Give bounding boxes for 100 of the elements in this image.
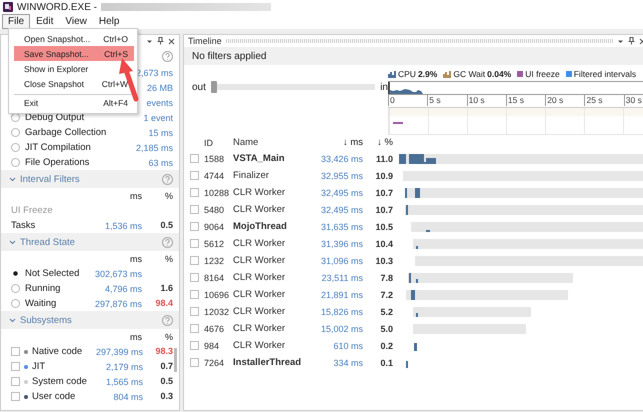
dropdown-icon[interactable] [146, 38, 153, 44]
radio-button[interactable] [11, 158, 20, 167]
thread-name: VSTA_Main [233, 153, 286, 164]
cpu-activity-mark [416, 246, 418, 249]
checkbox[interactable] [190, 307, 199, 316]
radio-button[interactable] [11, 284, 20, 293]
legend-label: Filtered intervals [574, 69, 636, 79]
percent-value: 0.7 [160, 361, 173, 371]
pin-icon[interactable] [157, 37, 164, 45]
pin-icon[interactable] [628, 37, 635, 45]
thread-time: 610 ms [332, 340, 363, 350]
thread-name: CLR Worker [233, 323, 286, 334]
column-header: % [164, 332, 173, 342]
time-tick-label: 15 s [506, 95, 546, 106]
column-header: ms [130, 254, 142, 264]
checkbox[interactable] [190, 358, 199, 367]
checkbox[interactable] [190, 324, 199, 333]
checkbox[interactable] [11, 377, 20, 386]
filter-value: 4,796 ms [104, 284, 142, 294]
zoom-slider[interactable] [210, 81, 376, 93]
thread-percent: 0.1 [379, 358, 393, 368]
checkbox[interactable] [190, 171, 199, 180]
section-title[interactable]: Subsystems [20, 314, 72, 326]
thread-name: CLR Worker [233, 306, 286, 317]
menu-item[interactable]: Help [92, 14, 126, 29]
thread-name: CLR Worker [233, 272, 286, 283]
filter-value: 297,399 ms [96, 346, 143, 356]
column-header[interactable]: ID [204, 138, 233, 148]
thread-percent: 10.7 [374, 188, 393, 198]
percent-value: 98.3 [155, 346, 173, 356]
checkbox[interactable] [190, 341, 199, 350]
checkbox[interactable] [190, 205, 199, 214]
section-title[interactable]: Thread State [20, 236, 75, 248]
menu-item[interactable]: Show in Explorer [14, 61, 134, 76]
filter-label: Running [25, 283, 60, 294]
menu-item[interactable]: Close Snapshot Ctrl+W [14, 76, 134, 91]
menu-item[interactable]: Exit Alt+F4 [14, 94, 134, 111]
thread-id: 4676 [204, 324, 226, 334]
radio-button[interactable] [11, 299, 20, 308]
column-header[interactable]: ↓ ms [311, 137, 363, 148]
thread-percent: 10.3 [374, 256, 393, 266]
column-header[interactable]: ↓ % [363, 137, 393, 148]
column-header: % [164, 254, 173, 264]
chevron-icon[interactable] [9, 318, 16, 322]
help-icon[interactable] [162, 50, 173, 62]
menu-item[interactable]: View [59, 14, 93, 29]
filter-label: File Operations [25, 157, 90, 168]
dropdown-icon[interactable] [617, 38, 624, 44]
checkbox[interactable] [190, 256, 199, 265]
thread-time: 31,635 ms [320, 222, 363, 232]
thread-time: 32,495 ms [320, 204, 363, 214]
chevron-icon[interactable] [9, 176, 16, 182]
thread-id: 12032 [204, 306, 230, 316]
thread-id: 9064 [204, 222, 226, 232]
help-icon[interactable] [162, 314, 173, 326]
filter-value: 2,185 ms [136, 142, 173, 152]
radio-button[interactable] [11, 128, 20, 137]
filter-value: events [146, 98, 173, 108]
close-icon[interactable] [168, 38, 175, 44]
thread-time: 15,002 ms [320, 324, 363, 334]
time-tick-label: 20 s [545, 95, 584, 106]
checkbox[interactable] [190, 188, 199, 197]
checkbox[interactable] [11, 347, 20, 356]
app-logo-icon [3, 2, 13, 12]
time-tick-label: 10 s [466, 95, 506, 106]
checkbox[interactable] [11, 362, 20, 371]
help-icon[interactable] [162, 236, 173, 248]
filter-value: 1 event [143, 112, 173, 122]
checkbox[interactable] [190, 222, 199, 231]
cpu-overview-graph[interactable] [388, 81, 643, 95]
checkbox[interactable] [190, 154, 199, 163]
cpu-activity-mark [426, 230, 430, 232]
thread-percent: 10.5 [374, 222, 393, 232]
zoom-in-label: in [380, 82, 388, 92]
column-header: ms [130, 190, 142, 200]
slider-thumb[interactable] [210, 81, 217, 93]
chevron-icon[interactable] [9, 240, 16, 244]
filter-value: 1,536 ms [104, 220, 142, 230]
thread-name: MojoThread [233, 221, 288, 232]
percent-value: 98.4 [155, 298, 173, 308]
menu-item[interactable]: Save Snapshot... Ctrl+S [14, 46, 134, 61]
menu-item[interactable]: File [2, 14, 30, 29]
thread-time: 33,426 ms [320, 154, 363, 164]
checkbox[interactable] [190, 273, 199, 282]
thread-time: 32,495 ms [320, 188, 363, 198]
help-icon[interactable] [162, 174, 173, 184]
filter-value: 15 ms [148, 128, 173, 138]
checkbox[interactable] [190, 290, 199, 299]
scrollbar-thumb[interactable] [174, 348, 177, 372]
thread-percent: 5.0 [379, 324, 393, 334]
menu-item[interactable]: Edit [30, 14, 60, 29]
thread-name: CLR Worker [233, 255, 286, 266]
filter-value: 804 ms [113, 392, 143, 402]
thread-time: 32,955 ms [320, 170, 363, 180]
menu-item[interactable]: Open Snapshot... Ctrl+O [14, 31, 134, 46]
column-header[interactable]: Name [233, 137, 311, 148]
radio-button[interactable] [11, 143, 20, 152]
checkbox[interactable] [190, 239, 199, 248]
checkbox[interactable] [11, 392, 20, 401]
thread-percent: 7.2 [379, 290, 393, 300]
